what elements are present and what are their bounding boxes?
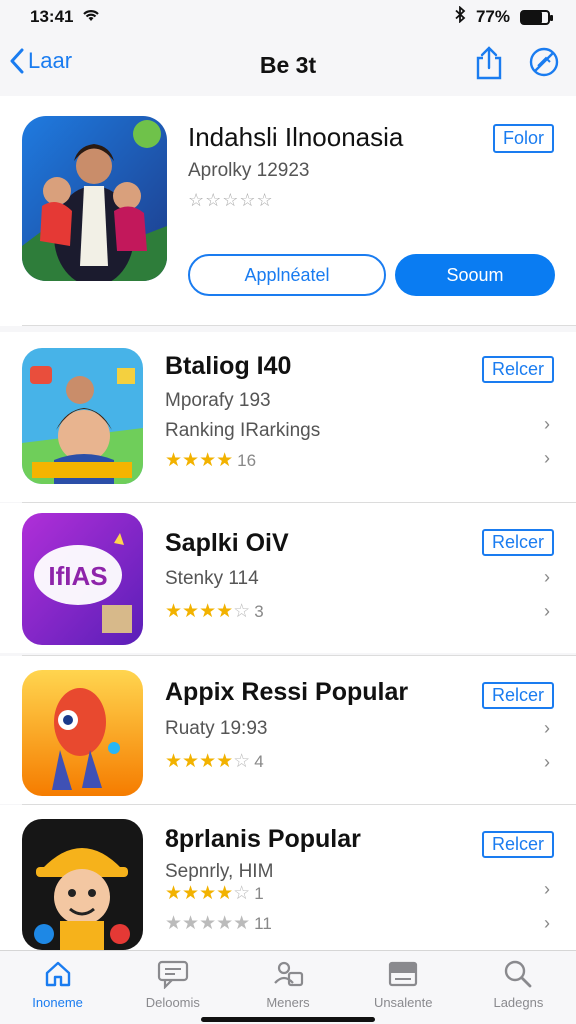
app-icon	[22, 348, 143, 484]
home-indicator	[201, 1017, 375, 1022]
app-title: 8prlanis Popular	[165, 825, 361, 853]
tab-label: Inoneme	[32, 995, 83, 1010]
app-rating-secondary: ★★★★★ 11	[165, 912, 272, 935]
share-button[interactable]	[474, 46, 504, 85]
chevron-right-icon[interactable]: ›	[544, 718, 550, 739]
divider	[22, 325, 576, 326]
rating-count: 3	[254, 602, 264, 621]
relcer-button[interactable]: Relcer	[481, 356, 554, 383]
rating-stars: ★★★★	[165, 601, 234, 622]
app-subtitle: Stenky 114	[165, 568, 259, 589]
chevron-right-icon[interactable]: ›	[544, 414, 550, 435]
bluetooth-icon	[455, 5, 466, 28]
relcer-button[interactable]: Relcer	[481, 831, 554, 858]
featured-app-subtitle: Aprolky 12923	[188, 160, 310, 181]
rating-stars: ★★★★	[165, 751, 234, 772]
tab-meners[interactable]: Meners	[230, 951, 345, 1024]
battery-icon	[520, 9, 553, 25]
battery-percent: 77%	[475, 7, 510, 26]
chevron-right-icon[interactable]: ›	[544, 567, 550, 588]
rating-count: 4	[254, 752, 264, 771]
app-rating: ★★★★☆ 4	[165, 750, 264, 773]
relcer-button[interactable]: Relcer	[481, 682, 554, 709]
featured-app-card: Indahsli Ilnoonasia Aprolky 12923 ☆☆☆☆☆ …	[0, 96, 576, 326]
tab-deloomis[interactable]: Deloomis	[115, 951, 230, 1024]
wifi-icon	[81, 7, 101, 28]
tab-label: Unsalente	[373, 995, 433, 1010]
featured-app-rating: ☆☆☆☆☆	[188, 190, 274, 210]
rating-empty-stars: ☆	[233, 601, 251, 622]
app-rating: ★★★★☆ 1	[165, 882, 264, 905]
featured-app-icon[interactable]	[22, 116, 167, 281]
nav-bar: Laar Be 3t	[0, 34, 576, 94]
tab-search[interactable]: Ladegns	[461, 951, 576, 1024]
rating-count: 11	[254, 914, 272, 933]
app-icon: IfIAS	[22, 513, 143, 645]
app-icon	[22, 670, 143, 796]
chevron-right-icon[interactable]: ›	[544, 448, 550, 469]
block-button[interactable]	[528, 46, 560, 85]
app-subtitle: Mporafy 193	[165, 390, 271, 411]
tab-label: Ladegns	[493, 995, 544, 1010]
app-rating: ★★★★ 16	[165, 449, 256, 472]
people-icon	[274, 961, 304, 987]
rating-empty-stars: ☆	[233, 751, 251, 772]
list-item[interactable]: Appix Ressi Popular Ruaty 19:93 ★★★★☆ 4 R…	[0, 656, 576, 804]
list-item[interactable]: IfIAS Saplki OiV Stenky 114 ★★★★☆ 3 Relce…	[0, 503, 576, 653]
home-icon	[45, 961, 70, 987]
app-icon	[22, 819, 143, 950]
tab-label: Deloomis	[145, 995, 200, 1010]
rating-count: 16	[237, 451, 257, 470]
chevron-left-icon	[10, 48, 24, 74]
app-subtitle: Ruaty 19:93	[165, 718, 268, 739]
chevron-right-icon[interactable]: ›	[544, 913, 550, 934]
tab-bar: Inoneme Deloomis Meners Unsalente Ladegn…	[0, 950, 576, 1024]
app-subtitle: Sepnrly, HIM	[165, 861, 274, 882]
featured-app-title: Indahsli Ilnoonasia	[188, 122, 404, 152]
chevron-right-icon[interactable]: ›	[544, 879, 550, 900]
chevron-right-icon[interactable]: ›	[544, 752, 550, 773]
list-item[interactable]: 8prlanis Popular Sepnrly, HIM ★★★★☆ 1 ★★★…	[0, 805, 576, 950]
app-title: Appix Ressi Popular	[165, 678, 409, 706]
apply-button[interactable]: Applnéatel	[188, 254, 386, 296]
status-bar: 13:41 77%	[0, 0, 576, 34]
soon-button[interactable]: Sooum	[395, 254, 555, 296]
svg-text:IfIAS: IfIAS	[48, 561, 107, 591]
chevron-right-icon[interactable]: ›	[544, 601, 550, 622]
back-label: Laar	[28, 48, 73, 73]
battery-level	[522, 11, 543, 23]
app-ranking: Ranking IRarkings	[165, 420, 321, 441]
app-rating: ★★★★☆ 3	[165, 600, 264, 623]
chat-icon	[157, 960, 188, 989]
relcer-button[interactable]: Relcer	[481, 529, 554, 556]
rating-stars: ★★★★	[165, 450, 234, 471]
rating-stars: ★★★★★	[165, 913, 251, 934]
back-button[interactable]: Laar	[10, 48, 72, 74]
status-time: 13:41	[30, 7, 74, 26]
rating-empty-stars: ☆	[233, 883, 251, 904]
rating-stars: ★★★★	[165, 883, 234, 904]
app-title: Saplki OiV	[165, 529, 289, 557]
tab-unsalente[interactable]: Unsalente	[346, 951, 461, 1024]
tab-label: Meners	[266, 995, 310, 1010]
tray-icon	[389, 961, 418, 987]
rating-count: 1	[254, 884, 264, 903]
list-item[interactable]: Btaliog I40 Mporafy 193 Ranking IRarking…	[0, 332, 576, 502]
app-title: Btaliog I40	[165, 352, 292, 380]
no-sign-icon	[529, 47, 559, 77]
share-icon	[476, 46, 502, 80]
follow-button[interactable]: Folor	[492, 124, 554, 153]
tab-home[interactable]: Inoneme	[0, 951, 115, 1024]
search-icon	[505, 960, 532, 988]
